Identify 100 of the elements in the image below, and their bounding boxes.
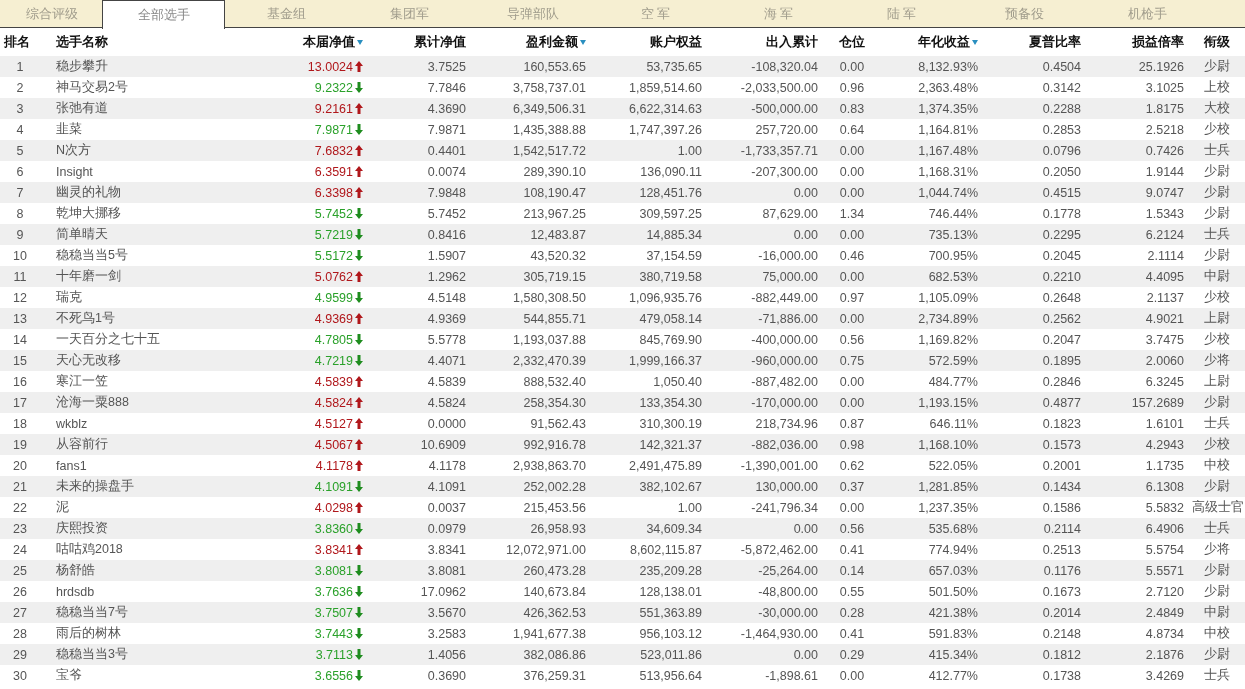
column-header[interactable]: 排名 <box>0 33 40 51</box>
table-cell-text: 130,000.00 <box>754 479 819 494</box>
table-cell-text: 257,720.00 <box>754 122 819 137</box>
table-cell-text: 5.5754 <box>1144 542 1185 557</box>
table-cell-text: 746.44% <box>927 206 979 221</box>
table-cell-text: 4.4095 <box>1144 269 1185 284</box>
table-cell-text: 0.55 <box>838 584 866 599</box>
table-cell: 3.6556 <box>314 668 353 683</box>
player-name: 十年磨一剑 <box>55 268 122 285</box>
rank-number: 4 <box>15 122 25 137</box>
table-cell-text: -170,000.00 <box>750 395 819 410</box>
table-cell-text: 中尉 <box>1202 604 1231 621</box>
column-header[interactable]: 本届净值 <box>290 33 367 51</box>
player-name: 幽灵的礼物 <box>55 184 122 201</box>
table-cell-text: 1,435,388.88 <box>512 122 587 137</box>
column-header[interactable]: 衔级 <box>1188 33 1245 51</box>
table-cell-text: 1,167.48% <box>917 143 979 158</box>
column-header[interactable]: 累计净值 <box>367 33 470 51</box>
rank-number: 25 <box>12 563 28 578</box>
table-cell-text: 3,758,737.01 <box>512 80 587 95</box>
table-cell-text: 少尉 <box>1202 58 1231 75</box>
table-cell-text: 少尉 <box>1202 163 1231 180</box>
table-cell-text: 1,050.40 <box>652 374 703 389</box>
table-cell: 4.9369 <box>314 311 353 326</box>
table-cell-text: 1.00 <box>676 143 703 158</box>
player-name: 乾坤大挪移 <box>55 205 122 222</box>
table-cell: 5.5172 <box>314 248 353 263</box>
table-cell-text: 1,542,517.72 <box>512 143 587 158</box>
table-cell-text: 845,769.90 <box>638 332 703 347</box>
sort-icon[interactable] <box>580 39 586 45</box>
column-header[interactable]: 损益倍率 <box>1085 33 1188 51</box>
table-cell-text: 75,000.00 <box>761 269 819 284</box>
table-cell-text: -207,300.00 <box>750 164 819 179</box>
table-cell-text: 26,958.93 <box>529 521 587 536</box>
table-cell-text: 1.8175 <box>1144 101 1185 116</box>
table-cell-text: -241,796.34 <box>750 500 819 515</box>
table-cell-text: -16,000.00 <box>757 248 819 263</box>
table-cell-text: -48,800.00 <box>757 584 819 599</box>
table-cell-text: 646.11% <box>928 416 979 431</box>
tab[interactable]: 全部选手 <box>102 0 225 29</box>
column-header[interactable]: 年化收益 <box>882 33 982 51</box>
table-cell-text: 1.2962 <box>426 269 467 284</box>
table-cell-text: 少校 <box>1202 436 1231 453</box>
player-name: Insight <box>55 164 94 179</box>
table-cell-text: 310,300.19 <box>638 416 703 431</box>
table-cell-text: 0.2562 <box>1041 311 1082 326</box>
table-cell-text: 0.00 <box>838 500 866 515</box>
table-cell-text: 6.1308 <box>1144 479 1185 494</box>
column-header[interactable]: 夏普比率 <box>982 33 1085 51</box>
sort-icon[interactable] <box>357 39 363 45</box>
table-cell-text: 0.28 <box>838 605 866 620</box>
table-cell-text: 140,673.84 <box>522 584 587 599</box>
rank-number: 14 <box>12 332 28 347</box>
column-header[interactable]: 仓位 <box>822 33 882 51</box>
table-cell-text: 0.2045 <box>1041 248 1082 263</box>
table-cell-text: -400,000.00 <box>750 332 819 347</box>
table-cell-text: 0.00 <box>838 668 866 683</box>
table-cell-text: 1.5907 <box>426 248 467 263</box>
column-header[interactable]: 选手名称 <box>40 33 290 51</box>
rank-number: 11 <box>12 269 28 284</box>
player-name: 宝爷 <box>55 667 83 684</box>
table-cell-text: 0.00 <box>838 143 866 158</box>
table-cell-text: 591.83% <box>927 626 979 641</box>
table-cell-text: 0.97 <box>838 290 866 305</box>
table-cell-text: 10.6909 <box>419 437 467 452</box>
table-cell-text: 415.34% <box>927 647 979 662</box>
rank-number: 30 <box>12 668 28 683</box>
table-cell-text: -30,000.00 <box>757 605 819 620</box>
table-cell-text: 0.00 <box>792 227 819 242</box>
table-cell-text: 0.0796 <box>1041 143 1082 158</box>
table-cell-text: 34,609.34 <box>645 521 703 536</box>
table-cell-text: 0.14 <box>838 563 866 578</box>
table-cell-text: 士兵 <box>1202 520 1231 537</box>
column-header[interactable]: 盈利金额 <box>470 33 590 51</box>
table-cell-text: -887,482.00 <box>750 374 819 389</box>
table-cell-text: 0.7426 <box>1144 143 1185 158</box>
column-header[interactable]: 出入累计 <box>706 33 822 51</box>
table-cell-text: 142,321.37 <box>638 437 703 452</box>
table-cell-text: 0.8416 <box>426 227 467 242</box>
table-cell-text: 289,390.10 <box>522 164 587 179</box>
table-cell-text: 53,735.65 <box>645 59 703 74</box>
table-cell-text: 4.8734 <box>1144 626 1185 641</box>
table-cell: 6.3591 <box>314 164 353 179</box>
table-cell-text: 5.5832 <box>1144 500 1185 515</box>
sort-icon[interactable] <box>972 39 978 45</box>
table-cell-text: 479,058.14 <box>638 311 703 326</box>
table-cell-text: 133,354.30 <box>638 395 703 410</box>
table-cell-text: 3.5670 <box>426 605 467 620</box>
table-cell-text: 0.1673 <box>1041 584 1082 599</box>
table-cell-text: 少校 <box>1202 121 1231 138</box>
table-cell-text: 上校 <box>1202 79 1231 96</box>
column-header[interactable]: 账户权益 <box>590 33 706 51</box>
table-cell-text: 0.2114 <box>1042 521 1082 536</box>
player-name: 从容前行 <box>55 436 109 453</box>
rank-number: 27 <box>12 605 28 620</box>
player-name: wkblz <box>55 416 89 431</box>
table-cell-text: 少尉 <box>1202 247 1231 264</box>
table-cell-text: 657.03% <box>927 563 979 578</box>
table-cell-text: 0.64 <box>838 122 866 137</box>
table-cell-text: 0.00 <box>792 185 819 200</box>
